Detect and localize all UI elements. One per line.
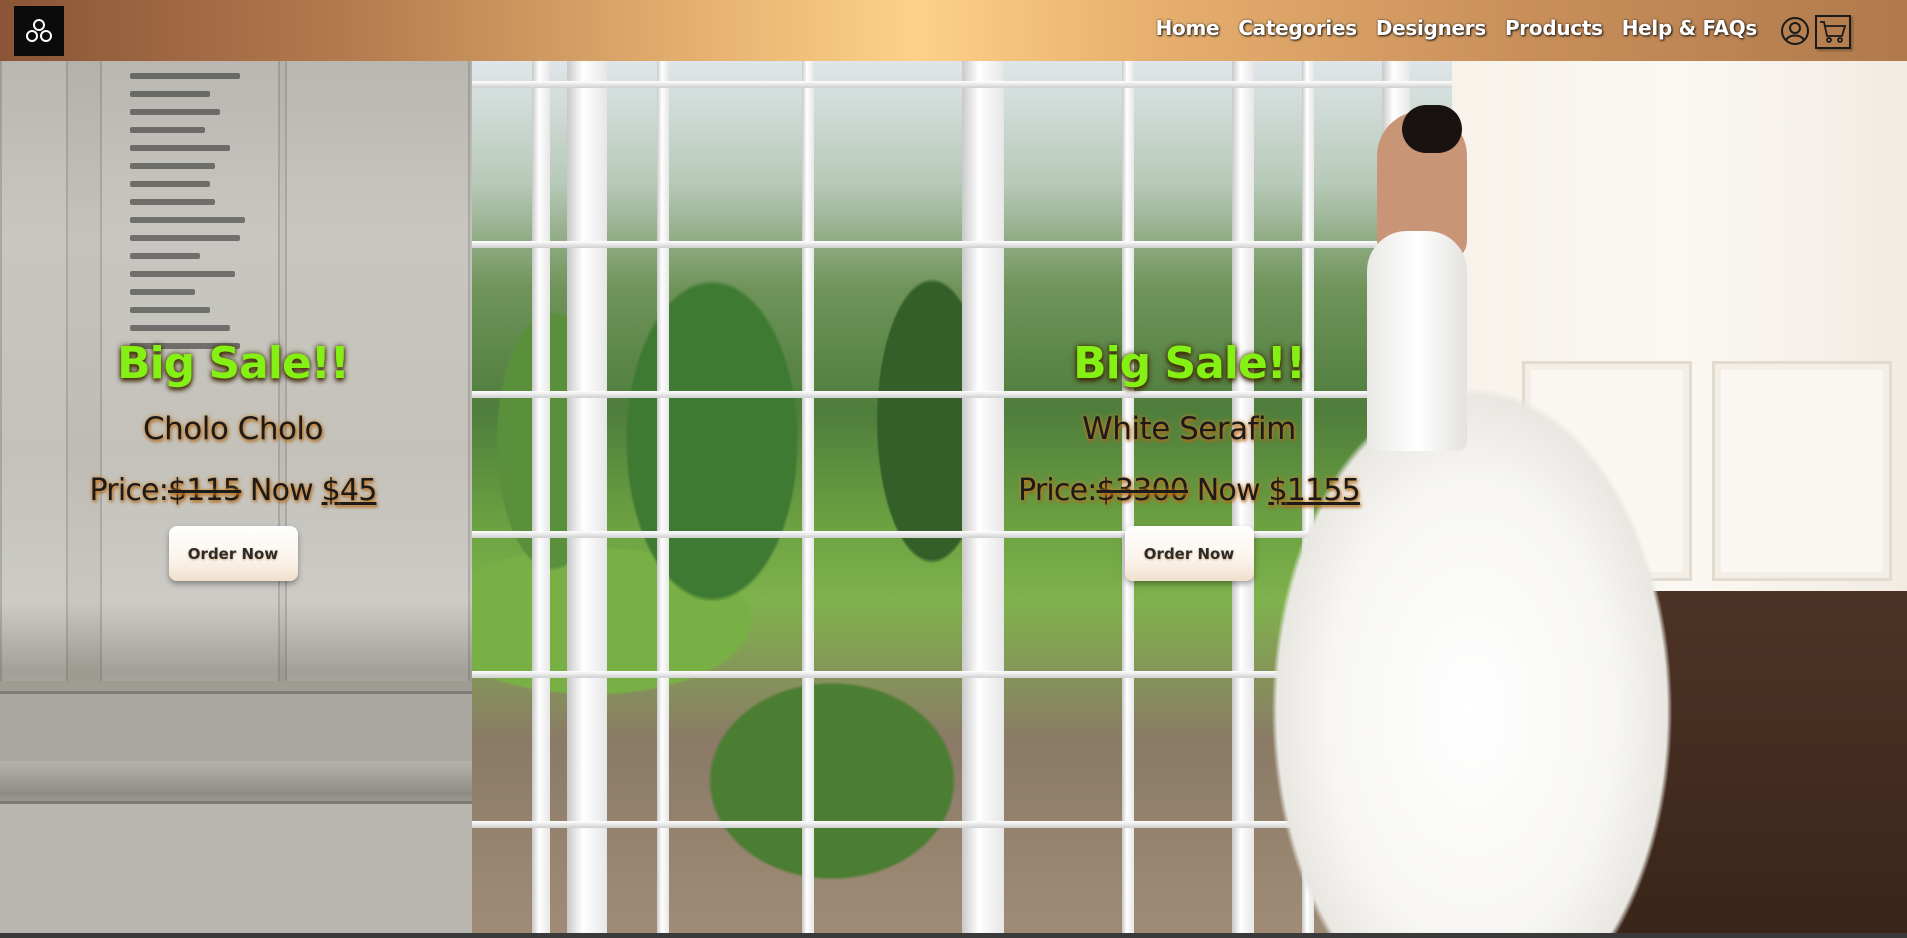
nav-help-faqs-link[interactable]: Help & FAQs xyxy=(1622,16,1758,40)
nav-products-link[interactable]: Products xyxy=(1505,16,1603,40)
stone-step xyxy=(0,801,472,933)
now-label: Now xyxy=(1196,473,1261,508)
shopping-cart-button[interactable] xyxy=(1815,15,1851,49)
now-label: Now xyxy=(249,473,314,508)
promo-card-right: Big Sale!! White Serafim Price:$3300 Now… xyxy=(979,338,1399,581)
logo-mark-icon xyxy=(26,19,52,42)
price-label: Price: xyxy=(89,473,169,508)
price-line: Price:$115 Now $45 xyxy=(23,473,443,508)
new-price: $45 xyxy=(321,473,378,508)
price-line: Price:$3300 Now $1155 xyxy=(979,473,1399,508)
user-account-icon[interactable] xyxy=(1779,15,1811,47)
product-name: White Serafim xyxy=(1082,411,1296,447)
user-circle-icon xyxy=(1781,17,1809,45)
window-frame xyxy=(802,61,814,933)
brand-logo-icon[interactable] xyxy=(14,6,64,56)
shopping-cart-icon xyxy=(1820,21,1847,43)
model-hair xyxy=(1402,105,1462,153)
main-nav: Home Categories Designers Products Help … xyxy=(1137,16,1758,40)
window-mullion xyxy=(472,81,1452,88)
order-now-button[interactable]: Order Now xyxy=(1124,526,1254,581)
sale-badge: Big Sale!! xyxy=(1073,338,1306,389)
window-frame xyxy=(532,61,550,933)
engraved-names-decoration xyxy=(130,61,250,351)
new-price: $1155 xyxy=(1268,473,1360,508)
old-price: $115 xyxy=(168,473,242,508)
window-mullion xyxy=(472,241,1452,248)
sale-badge: Big Sale!! xyxy=(117,338,350,389)
old-price: $3300 xyxy=(1096,473,1189,508)
window-frame xyxy=(567,61,607,933)
price-label: Price: xyxy=(1018,473,1097,508)
product-name: Cholo Cholo xyxy=(142,411,324,447)
nav-designers-link[interactable]: Designers xyxy=(1376,16,1486,40)
page-bottom-edge xyxy=(0,933,1907,938)
top-navigation-bar: Home Categories Designers Products Help … xyxy=(0,0,1907,61)
stone-step xyxy=(0,691,472,761)
nav-home-link[interactable]: Home xyxy=(1156,16,1220,40)
order-now-button[interactable]: Order Now xyxy=(168,526,298,581)
promo-card-left: Big Sale!! Cholo Cholo Price:$115 Now $4… xyxy=(23,338,443,581)
window-frame xyxy=(657,61,669,933)
nav-categories-link[interactable]: Categories xyxy=(1238,16,1357,40)
